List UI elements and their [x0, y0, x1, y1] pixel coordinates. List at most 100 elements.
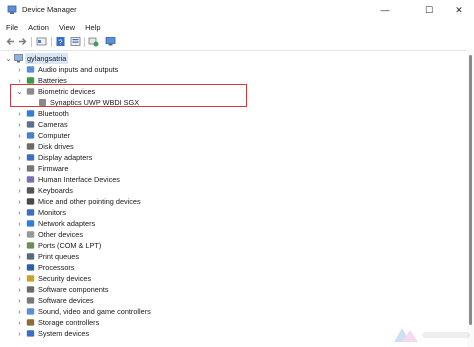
other-devices-icon: [26, 231, 35, 238]
menu-bar: File Action View Help: [0, 20, 474, 34]
highlight-box: [10, 84, 247, 107]
chevron-right-icon[interactable]: ›: [16, 207, 23, 218]
tree-category-print-queues[interactable]: › Print queues: [0, 251, 250, 262]
bluetooth-icon: [26, 110, 35, 117]
menu-help[interactable]: Help: [80, 23, 105, 32]
menu-view[interactable]: View: [54, 23, 80, 32]
processors-icon: [26, 264, 35, 271]
software-components-icon: [26, 286, 35, 293]
watermark-logo: [394, 328, 470, 342]
chevron-down-icon[interactable]: ⌄: [5, 53, 12, 64]
tree-category-label: Sound, video and game controllers: [38, 307, 151, 316]
chevron-right-icon[interactable]: ›: [16, 328, 23, 339]
scan-hardware-icon[interactable]: [105, 36, 116, 47]
tree-category-disk-drives[interactable]: › Disk drives: [0, 141, 250, 152]
help-icon[interactable]: [70, 36, 81, 47]
chevron-right-icon[interactable]: ›: [16, 119, 23, 130]
computer-root-icon: [14, 54, 23, 63]
network-adapters-icon: [26, 220, 35, 227]
menu-file[interactable]: File: [0, 23, 23, 32]
chevron-right-icon[interactable]: ›: [16, 152, 23, 163]
ports-com-lpt-icon: [26, 242, 35, 249]
tree-category-other-devices[interactable]: › Other devices: [0, 229, 250, 240]
chevron-right-icon[interactable]: ›: [16, 317, 23, 328]
display-adapters-icon: [26, 154, 35, 161]
tree-category-label: Processors: [38, 263, 75, 272]
tree-category-cameras[interactable]: › Cameras: [0, 119, 250, 130]
tree-category-label: Keyboards: [38, 186, 73, 195]
tree-category-system-devices[interactable]: › System devices: [0, 328, 250, 339]
tree-category-monitors[interactable]: › Monitors: [0, 207, 250, 218]
tree-category-label: Print queues: [38, 252, 79, 261]
tree-category-label: Other devices: [38, 230, 84, 239]
tree-category-processors[interactable]: › Processors: [0, 262, 250, 273]
tree-category-computer[interactable]: › Computer: [0, 130, 250, 141]
tree-category-label: Network adapters: [38, 219, 96, 228]
tree-category-audio-inputs-and-outputs[interactable]: › Audio inputs and outputs: [0, 64, 250, 75]
disk-drives-icon: [26, 143, 35, 150]
chevron-right-icon[interactable]: ›: [16, 64, 23, 75]
tree-category-storage-controllers[interactable]: › Storage controllers: [0, 317, 250, 328]
chevron-right-icon[interactable]: ›: [16, 284, 23, 295]
chevron-right-icon[interactable]: ›: [16, 229, 23, 240]
maximize-button[interactable]: ☐: [414, 0, 444, 20]
minimize-button[interactable]: —: [370, 0, 400, 20]
tree-category-label: Mice and other pointing devices: [38, 197, 141, 206]
tree-category-security-devices[interactable]: › Security devices: [0, 273, 250, 284]
update-driver-icon[interactable]: [88, 36, 99, 47]
chevron-right-icon[interactable]: ›: [16, 251, 23, 262]
back-arrow-icon[interactable]: [5, 36, 16, 47]
tree-category-network-adapters[interactable]: › Network adapters: [0, 218, 250, 229]
tree-category-label: System devices: [38, 329, 90, 338]
chevron-right-icon[interactable]: ›: [16, 174, 23, 185]
tree-category-label: Security devices: [38, 274, 92, 283]
cameras-icon: [26, 121, 35, 128]
computer-icon: [26, 132, 35, 139]
human-interface-devices-icon: [26, 176, 35, 183]
chevron-right-icon[interactable]: ›: [16, 262, 23, 273]
tree-category-firmware[interactable]: › Firmware: [0, 163, 250, 174]
properties-icon[interactable]: [36, 36, 47, 47]
tree-category-human-interface-devices[interactable]: › Human Interface Devices: [0, 174, 250, 185]
toolbar-separator: [31, 37, 32, 47]
tree-category-software-components[interactable]: › Software components: [0, 284, 250, 295]
firmware-icon: [26, 165, 35, 172]
chevron-right-icon[interactable]: ›: [16, 108, 23, 119]
tree-category-ports-com-lpt[interactable]: › Ports (COM & LPT): [0, 240, 250, 251]
tree-category-software-devices[interactable]: › Software devices: [0, 295, 250, 306]
chevron-right-icon[interactable]: ›: [16, 240, 23, 251]
monitors-icon: [26, 209, 35, 216]
tree-category-bluetooth[interactable]: › Bluetooth: [0, 108, 250, 119]
chevron-right-icon[interactable]: ›: [16, 306, 23, 317]
tree-category-label: Human Interface Devices: [38, 175, 120, 184]
svg-text:?: ?: [59, 40, 63, 47]
show-hidden-icon[interactable]: ?: [55, 36, 66, 47]
forward-arrow-icon[interactable]: [17, 36, 28, 47]
chevron-right-icon[interactable]: ›: [16, 163, 23, 174]
tree-category-sound-video-and-game-controllers[interactable]: › Sound, video and game controllers: [0, 306, 250, 317]
chevron-right-icon[interactable]: ›: [16, 218, 23, 229]
chevron-right-icon[interactable]: ›: [16, 185, 23, 196]
sound-video-and-game-controllers-icon: [26, 308, 35, 315]
keyboards-icon: [26, 187, 35, 194]
scrollbar-thumb[interactable]: [469, 55, 472, 325]
tree-root-row[interactable]: ⌄ gylangsatria: [0, 53, 200, 64]
tree-category-label: Disk drives: [38, 142, 74, 151]
tree-category-label: Software components: [38, 285, 109, 294]
chevron-right-icon[interactable]: ›: [16, 273, 23, 284]
tree-root-label: gylangsatria: [25, 53, 69, 64]
close-button[interactable]: ✕: [444, 0, 474, 20]
chevron-right-icon[interactable]: ›: [16, 141, 23, 152]
chevron-right-icon[interactable]: ›: [16, 130, 23, 141]
tree-category-keyboards[interactable]: › Keyboards: [0, 185, 250, 196]
tree-category-label: Software devices: [38, 296, 94, 305]
tree-category-label: Display adapters: [38, 153, 93, 162]
mice-and-other-pointing-devices-icon: [26, 198, 35, 205]
tree-category-display-adapters[interactable]: › Display adapters: [0, 152, 250, 163]
tree-category-mice-and-other-pointing-devices[interactable]: › Mice and other pointing devices: [0, 196, 250, 207]
menu-action[interactable]: Action: [23, 23, 54, 32]
chevron-right-icon[interactable]: ›: [16, 295, 23, 306]
tree-category-label: Storage controllers: [38, 318, 100, 327]
chevron-right-icon[interactable]: ›: [16, 196, 23, 207]
device-manager-icon: [7, 5, 17, 14]
